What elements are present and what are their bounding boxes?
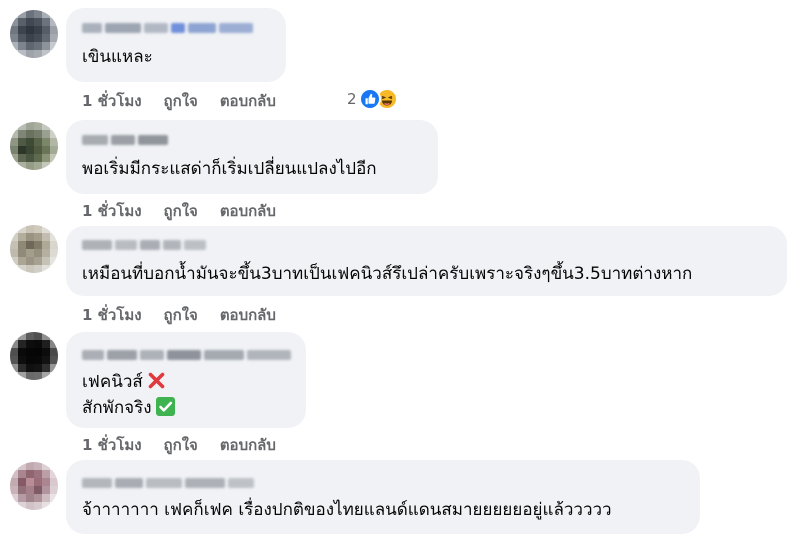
cross-mark-emoji-icon <box>147 371 166 390</box>
avatar[interactable] <box>10 225 58 273</box>
comment-text: สักพักจริง <box>82 398 152 418</box>
comment-timestamp[interactable]: 1 ชั่วโมง <box>82 303 142 327</box>
comment-text-line-2: สักพักจริง <box>82 395 175 421</box>
avatar[interactable] <box>10 10 58 58</box>
like-button[interactable]: ถูกใจ <box>164 303 198 327</box>
comment-timestamp[interactable]: 1 ชั่วโมง <box>82 199 142 223</box>
avatar[interactable] <box>10 332 58 380</box>
comment-actions: 1 ชั่วโมง ถูกใจ ตอบกลับ <box>82 199 276 223</box>
comment-actions: 1 ชั่วโมง ถูกใจ ตอบกลับ <box>82 433 276 457</box>
comment-text: จ้าาาาาาา เฟคก็เฟค เรื่องปกติของไทยแลนด์… <box>82 500 612 520</box>
comment-bubble: พอเริ่มมีกระแสด่าก็เริ่มเปลี่ยนแปลงไปอีก <box>66 120 438 194</box>
reply-button[interactable]: ตอบกลับ <box>220 199 276 223</box>
comment-timestamp[interactable]: 1 ชั่วโมง <box>82 89 142 113</box>
comment-bubble: จ้าาาาาาา เฟคก็เฟค เรื่องปกติของไทยแลนด์… <box>66 460 700 534</box>
comment-text: เขินแหละ <box>82 47 153 67</box>
comment-actions: 1 ชั่วโมง ถูกใจ ตอบกลับ <box>82 89 276 113</box>
like-button[interactable]: ถูกใจ <box>164 89 198 113</box>
comment-text: เฟคนิวส์ <box>82 372 143 392</box>
comment-timestamp[interactable]: 1 ชั่วโมง <box>82 433 142 457</box>
reaction-count: 2 <box>347 90 357 108</box>
comment-bubble: เหมือนที่บอกน้ำมันจะขึ้น3บาทเป็นเฟคนิวส์… <box>66 226 787 296</box>
comment-text-line-1: เฟคนิวส์ <box>82 369 166 395</box>
commenter-name-redacted[interactable] <box>82 238 206 252</box>
like-button[interactable]: ถูกใจ <box>164 199 198 223</box>
reply-button[interactable]: ตอบกลับ <box>220 89 276 113</box>
reply-button[interactable]: ตอบกลับ <box>220 433 276 457</box>
reply-button[interactable]: ตอบกลับ <box>220 303 276 327</box>
like-reaction-icon <box>358 88 381 110</box>
comment-bubble: เขินแหละ <box>66 8 286 82</box>
reaction-summary[interactable]: 2 <box>347 88 398 110</box>
comment-text: พอเริ่มมีกระแสด่าก็เริ่มเปลี่ยนแปลงไปอีก <box>82 159 377 179</box>
like-button[interactable]: ถูกใจ <box>164 433 198 457</box>
commenter-name-redacted[interactable] <box>82 21 253 35</box>
commenter-name-redacted[interactable] <box>82 133 168 147</box>
commenter-name-redacted[interactable] <box>82 348 291 362</box>
check-mark-emoji-icon <box>155 397 175 416</box>
avatar[interactable] <box>10 462 58 510</box>
comment-bubble: เฟคนิวส์ สักพักจริง <box>66 332 306 428</box>
comment-actions: 1 ชั่วโมง ถูกใจ ตอบกลับ <box>82 303 276 327</box>
avatar[interactable] <box>10 122 58 170</box>
commenter-name-redacted[interactable] <box>82 476 254 490</box>
comment-text: เหมือนที่บอกน้ำมันจะขึ้น3บาทเป็นเฟคนิวส์… <box>82 264 693 284</box>
